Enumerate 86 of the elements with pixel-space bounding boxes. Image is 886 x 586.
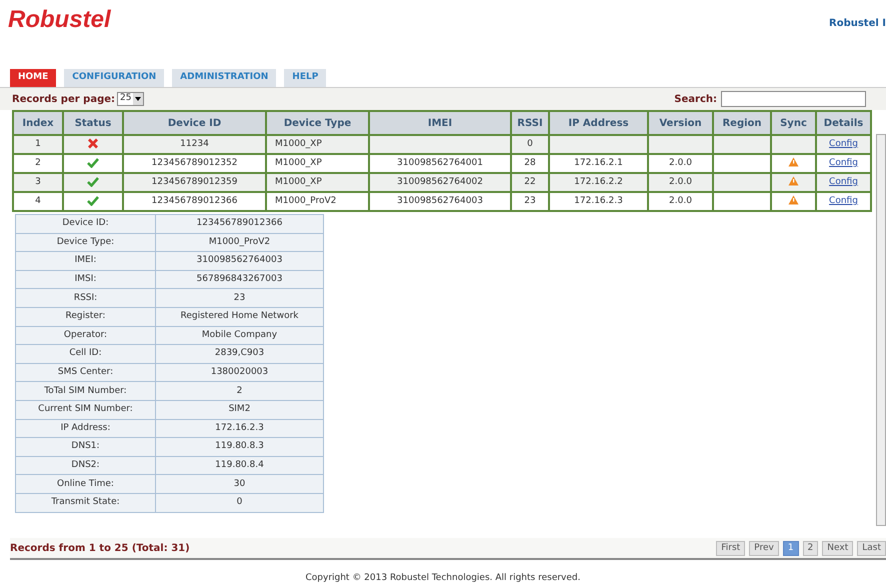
detail-value: 310098562764003: [196, 255, 282, 266]
detail-value: 0: [236, 497, 242, 508]
table-cell: M1000_XP: [275, 138, 322, 149]
table-cell: 2: [35, 158, 41, 168]
column-header: Version: [648, 111, 713, 135]
column-header: Details: [816, 111, 871, 135]
nav-tab[interactable]: ADMINISTRATION: [172, 69, 276, 87]
table-cell: 22: [524, 176, 536, 187]
table-cell: 123456789012366: [152, 196, 238, 206]
table-cell: 1: [35, 138, 41, 149]
column-header: Index: [13, 111, 63, 135]
detail-label: Register:: [66, 311, 106, 322]
page-button[interactable]: Prev: [749, 540, 779, 556]
detail-value: Mobile Company: [202, 330, 278, 340]
table-cell: 23: [524, 196, 536, 206]
table-cell: 310098562764001: [397, 158, 483, 168]
detail-value: 2839,C903: [214, 348, 264, 358]
table-cell: 310098562764002: [397, 176, 483, 187]
detail-label: Online Time:: [57, 478, 114, 489]
table-cell: 310098562764003: [397, 196, 483, 206]
detail-value: 23: [234, 292, 246, 303]
detail-value: M1000_ProV2: [208, 236, 270, 247]
column-header: IMEI: [369, 111, 511, 135]
detail-label: Device ID:: [62, 218, 109, 228]
detail-label: Operator:: [64, 330, 108, 340]
table-cell: 123456789012359: [152, 176, 238, 187]
detail-value: 119.80.8.4: [215, 460, 264, 470]
page-button[interactable]: Last: [857, 540, 886, 556]
detail-label: Current SIM Number:: [38, 404, 133, 414]
detail-label: Transmit State:: [51, 497, 120, 508]
nav-tab[interactable]: HOME: [10, 69, 56, 87]
user-link[interactable]: Robustel I: [829, 16, 886, 31]
search-label: Search:: [674, 92, 717, 106]
table-cell: 3: [35, 176, 41, 187]
table-cell: 172.16.2.3: [574, 196, 623, 206]
records-summary: Records from 1 to 25 (Total: 31): [10, 542, 190, 556]
table-cell: 0: [527, 138, 533, 149]
column-header: Device ID: [123, 111, 266, 135]
search-field[interactable]: [721, 91, 866, 107]
detail-value: Registered Home Network: [180, 311, 298, 322]
copyright-text: Copyright © 2013 Robustel Technologies. All rights reserved.: [304, 572, 582, 585]
table-cell: 2.0.0: [669, 158, 692, 168]
detail-label: IP Address:: [60, 422, 110, 433]
column-header: Region: [713, 111, 771, 135]
table-cell: 11234: [180, 138, 209, 149]
detail-value: SIM2: [228, 404, 250, 414]
detail-value: 2: [236, 386, 242, 396]
page-button[interactable]: Next: [822, 540, 854, 556]
logo: Robustel: [8, 8, 111, 32]
detail-value: 1380020003: [210, 367, 268, 378]
scrollbar[interactable]: [876, 134, 886, 526]
detail-value: 567896843267003: [196, 274, 282, 284]
column-header: Sync: [771, 111, 816, 135]
table-cell: 4: [35, 196, 41, 206]
detail-label: IMSI:: [74, 274, 96, 284]
column-header: IP Address: [549, 111, 648, 135]
detail-label: ToTal SIM Number:: [44, 386, 127, 396]
table-cell: 28: [524, 158, 536, 168]
detail-label: RSSI:: [74, 292, 98, 303]
table-cell: 172.16.2.2: [574, 176, 623, 187]
table-cell: M1000_ProV2: [275, 196, 336, 206]
nav-tab[interactable]: CONFIGURATION: [64, 69, 164, 87]
detail-label: Cell ID:: [69, 348, 102, 358]
records-per-page-select[interactable]: 25: [117, 92, 144, 106]
column-header: Status: [63, 111, 123, 135]
table-cell: M1000_XP: [275, 176, 322, 187]
detail-label: DNS1:: [71, 441, 100, 452]
detail-value: 172.16.2.3: [215, 422, 264, 433]
detail-label: DNS2:: [71, 460, 100, 470]
nav-tab[interactable]: HELP: [284, 69, 326, 87]
table-cell: 2.0.0: [669, 176, 692, 187]
page-button[interactable]: 2: [802, 540, 818, 556]
detail-value: 119.80.8.3: [215, 441, 264, 452]
table-cell: 2.0.0: [669, 196, 692, 206]
column-header: Device Type: [266, 111, 369, 135]
table-cell: 172.16.2.1: [574, 158, 623, 168]
table-cell: M1000_XP: [275, 158, 322, 168]
detail-label: IMEI:: [74, 255, 96, 266]
column-header: RSSI: [511, 111, 549, 135]
table-cell: 123456789012352: [152, 158, 238, 168]
page-button[interactable]: First: [716, 540, 746, 556]
detail-value: 123456789012366: [196, 218, 282, 228]
records-per-page-label: Records per page:: [12, 92, 116, 106]
detail-label: SMS Center:: [58, 367, 114, 378]
detail-value: 30: [234, 478, 246, 489]
detail-label: Device Type:: [56, 236, 114, 247]
